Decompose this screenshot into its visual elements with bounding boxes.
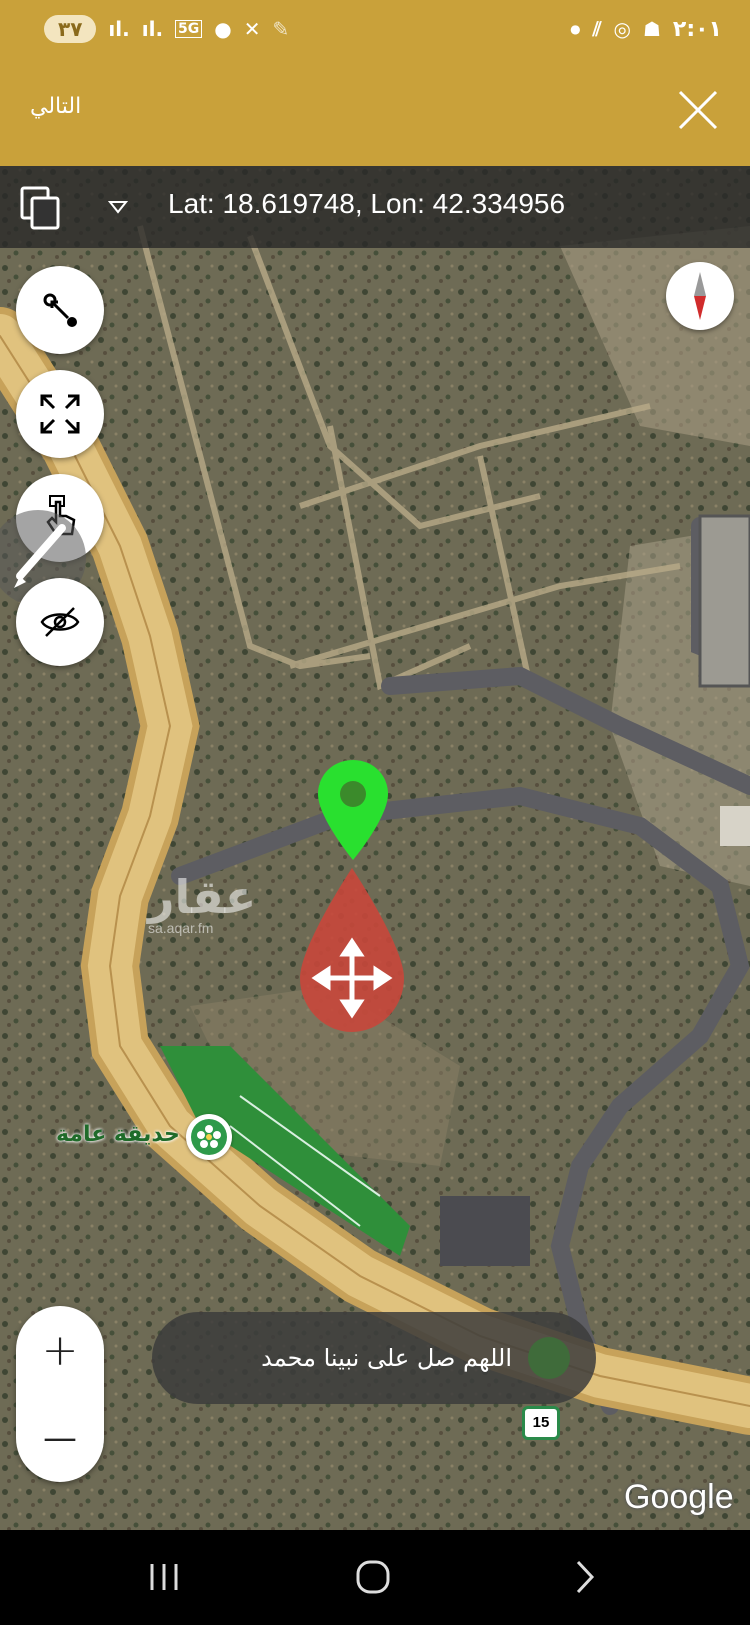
coordinate-bar: Lat: 18.619748, Lon: 42.334956 xyxy=(0,166,750,248)
location-pin-icon xyxy=(318,760,388,860)
aqar-watermark: عقار sa.aqar.fm xyxy=(148,870,256,936)
eye-off-icon xyxy=(40,607,80,637)
watermark-text: عقار xyxy=(148,870,257,924)
dropdown-icon[interactable] xyxy=(108,200,128,214)
zoom-in-button[interactable]: + xyxy=(16,1306,104,1394)
compass-icon xyxy=(694,272,706,320)
zoom-out-label: — xyxy=(43,1418,77,1458)
toast-text: اللهم صل على نبينا محمد xyxy=(261,1344,512,1372)
zoom-control: + — xyxy=(16,1306,104,1482)
back-button[interactable] xyxy=(554,1552,614,1602)
move-marker-icon[interactable] xyxy=(296,866,408,1036)
system-nav-bar xyxy=(0,1530,750,1625)
route-shield: 15 xyxy=(522,1406,560,1440)
google-attribution: Google xyxy=(624,1478,734,1516)
fullscreen-button[interactable] xyxy=(16,370,104,458)
home-button[interactable] xyxy=(344,1552,404,1602)
coordinates-text: Lat: 18.619748, Lon: 42.334956 xyxy=(168,188,566,219)
signal-icon-2: ıl. xyxy=(141,17,164,41)
status-left: ٣٧ ıl. ıl. 5G ● ✕ ✎ xyxy=(44,15,289,43)
compass-button[interactable] xyxy=(666,262,734,330)
network-5g-icon: 5G xyxy=(175,20,203,38)
park-icon[interactable] xyxy=(186,1114,232,1160)
whatsapp-icon: ◎ xyxy=(613,17,631,41)
battery-indicator: ٣٧ xyxy=(44,15,97,43)
route-tool-button[interactable] xyxy=(16,266,104,354)
pencil-icon: ✎ xyxy=(272,17,290,41)
clock: ٢:٠١ xyxy=(672,16,722,42)
app-header: التالي xyxy=(0,58,750,166)
zoom-in-label: + xyxy=(41,1324,79,1376)
dot-icon: ● xyxy=(570,22,581,36)
signal-icon: ıl. xyxy=(108,17,130,41)
close-icon[interactable] xyxy=(676,88,720,132)
recent-apps-button[interactable] xyxy=(134,1552,194,1602)
toast-message: اللهم صل على نبينا محمد xyxy=(152,1312,596,1404)
location-icon: ● xyxy=(214,17,232,41)
snapchat-icon: ☗ xyxy=(642,17,661,41)
park-label: حديقة عامة xyxy=(56,1122,180,1147)
zoom-out-button[interactable]: — xyxy=(16,1394,104,1482)
status-right: ● ⫽ ◎ ☗ ٢:٠١ xyxy=(570,17,722,42)
wifi-calling-icon: ⫽ xyxy=(592,17,602,41)
visibility-toggle-button[interactable] xyxy=(16,578,104,666)
route-icon xyxy=(43,293,77,327)
copy-icon[interactable] xyxy=(20,186,60,230)
expand-icon xyxy=(40,394,80,434)
next-button[interactable]: التالي xyxy=(30,94,81,119)
app-logo-icon xyxy=(528,1337,570,1379)
mute-icon: ✕ xyxy=(243,17,261,41)
status-bar: ٣٧ ıl. ıl. 5G ● ✕ ✎ ● ⫽ ◎ ☗ ٢:٠١ xyxy=(0,0,750,58)
